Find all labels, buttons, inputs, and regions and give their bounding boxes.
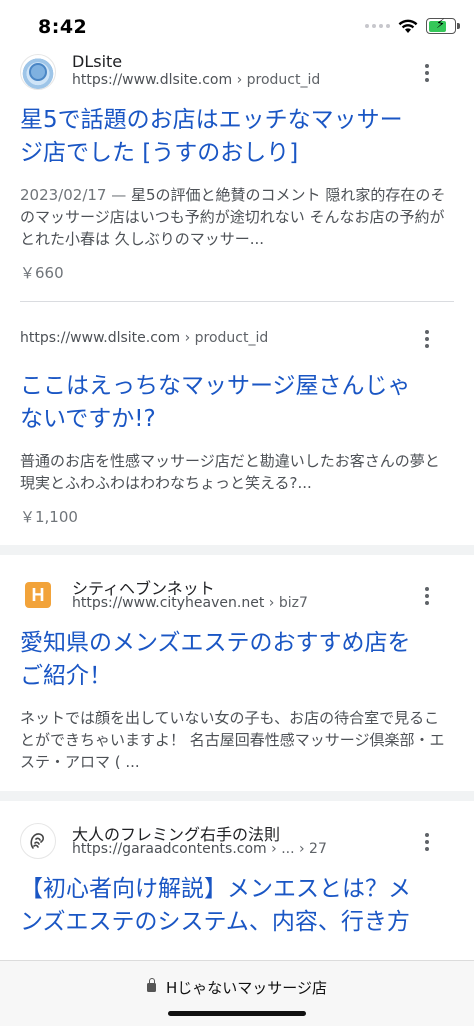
search-results: DLsite https://www.dlsite.com › product_… [0, 50, 474, 939]
result-source: 大人のフレミング右手の法則 https://garaadcontents.com… [20, 819, 454, 863]
result-title-link[interactable]: 愛知県のメンズエステのおすすめ店を ご紹介！ [20, 627, 454, 693]
dlsite-favicon-icon [20, 54, 56, 90]
search-result: DLsite https://www.dlsite.com › product_… [0, 50, 474, 283]
address-field[interactable]: Hじゃないマッサージ店 [0, 977, 474, 998]
status-time: 8:42 [38, 16, 88, 38]
result-price: ￥1,100 [20, 508, 78, 526]
result-snippet: 2023/02/17 — 星5の評価と絶賛のコメント 隠れ家的存在のそのマッサー… [20, 186, 446, 248]
battery-charging-icon: ⚡ [426, 17, 460, 34]
site-url[interactable]: https://www.cityheaven.net › biz7 [72, 595, 308, 611]
more-vert-icon[interactable] [420, 831, 434, 853]
result-price: ￥660 [20, 264, 64, 282]
address-text: Hじゃないマッサージ店 [166, 979, 327, 997]
result-snippet: ネットでは顔を出していない女の子も、お店の待合室で見ることができちゃいますよ！ … [20, 709, 445, 771]
result-title-link[interactable]: ここはえっちなマッサージ屋さんじゃ ないですか!? [20, 370, 454, 436]
site-url[interactable]: https://www.dlsite.com › product_id [72, 72, 320, 88]
more-vert-icon[interactable] [420, 328, 434, 350]
result-source: https://www.dlsite.com › product_id [20, 316, 454, 360]
section-divider [0, 791, 474, 801]
hand-favicon-icon [20, 823, 56, 859]
result-title-link[interactable]: 星5で話題のお店はエッチなマッサー ジ店でした [うすのおしり] [20, 104, 454, 170]
more-vert-icon[interactable] [420, 585, 434, 607]
home-indicator[interactable] [168, 1011, 306, 1016]
lock-icon [147, 978, 156, 992]
result-title-link[interactable]: 【初心者向け解説】メンエスとは？メ ンズエステのシステム、内容、行き方 [20, 873, 454, 939]
result-source: H シティヘブンネット https://www.cityheaven.net ›… [20, 573, 454, 617]
status-icons: ⚡ [365, 17, 460, 34]
more-vert-icon[interactable] [420, 62, 434, 84]
status-bar: 8:42 ⚡ [0, 0, 474, 56]
result-source: DLsite https://www.dlsite.com › product_… [20, 50, 454, 94]
site-url[interactable]: https://garaadcontents.com › ... › 27 [72, 841, 327, 857]
wifi-icon [398, 19, 418, 33]
search-result: 大人のフレミング右手の法則 https://garaadcontents.com… [0, 819, 474, 939]
cityheaven-favicon-icon: H [20, 577, 56, 613]
site-url[interactable]: https://www.dlsite.com › product_id [20, 330, 268, 346]
site-name: DLsite [72, 52, 123, 71]
section-divider [0, 545, 474, 555]
browser-address-bar[interactable]: Hじゃないマッサージ店 [0, 960, 474, 1026]
result-snippet: 普通のお店を性感マッサージ店だと勘違いしたお客さんの夢と現実とふわふわはわわなち… [20, 452, 440, 492]
search-result: https://www.dlsite.com › product_id ここはえ… [0, 316, 474, 527]
divider [20, 301, 454, 302]
cellular-signal-icon [365, 24, 390, 28]
search-result: H シティヘブンネット https://www.cityheaven.net ›… [0, 573, 474, 773]
